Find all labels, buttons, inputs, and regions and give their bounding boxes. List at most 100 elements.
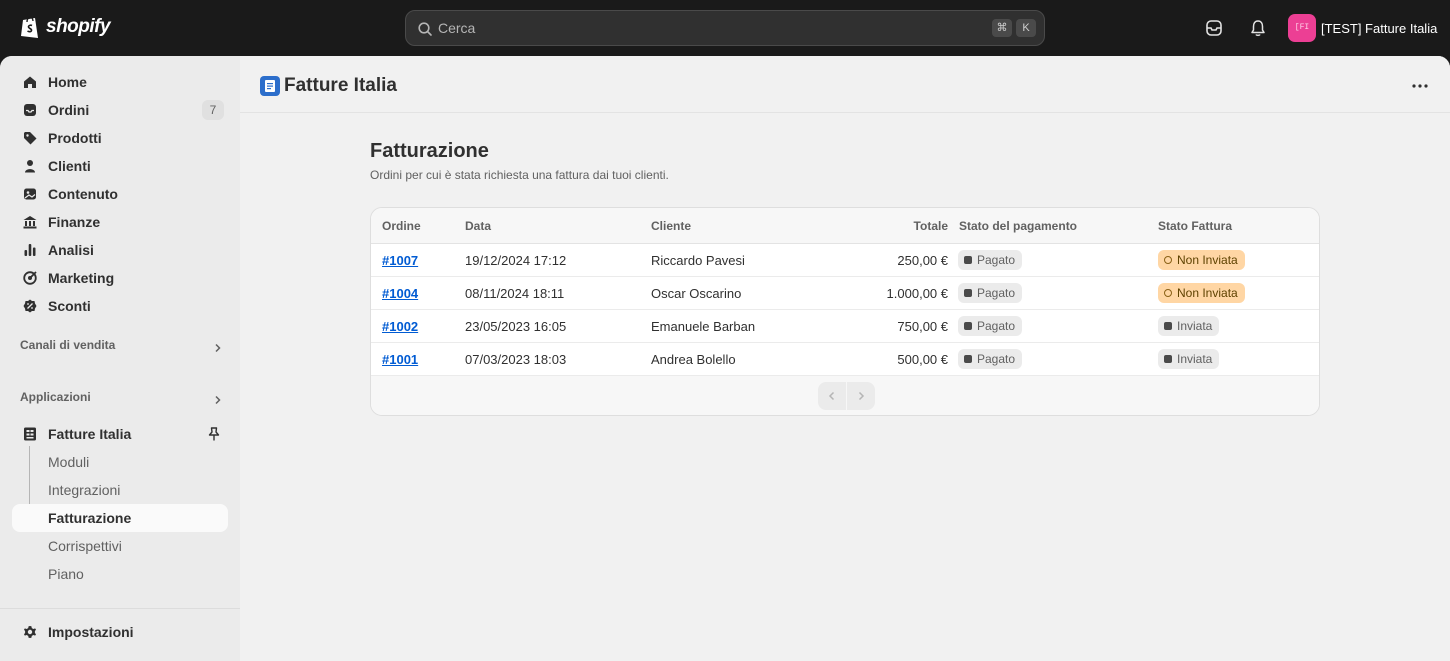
sidebar-item-finances[interactable]: Finanze <box>12 208 228 236</box>
customer-name: Riccardo Pavesi <box>651 253 745 268</box>
shopify-logo[interactable]: shopify <box>20 14 111 39</box>
sidebar-item-orders[interactable]: Ordini 7 <box>12 96 228 124</box>
next-page-button[interactable] <box>847 382 875 410</box>
customer-name: Oscar Oscarino <box>651 286 742 301</box>
orders-count-badge: 7 <box>202 100 224 120</box>
status-dot-icon <box>964 289 972 297</box>
pin-icon[interactable] <box>206 426 222 442</box>
sidebar-subitem-label: Moduli <box>48 454 90 470</box>
table-row[interactable]: #1002 23/05/2023 16:05 Emanuele Barban 7… <box>371 310 1319 343</box>
store-name: [TEST] Fatture Italia <box>1321 20 1438 36</box>
order-total: 750,00 € <box>897 319 948 334</box>
sidebar-item-home[interactable]: Home <box>12 68 228 96</box>
payment-status-badge: Pagato <box>958 316 1023 336</box>
inbox-tray-icon[interactable] <box>1204 18 1224 38</box>
order-link[interactable]: #1001 <box>382 352 418 367</box>
previous-page-button[interactable] <box>818 382 846 410</box>
column-header-total[interactable]: Totale <box>914 219 948 233</box>
bar-chart-icon <box>24 244 36 256</box>
invoice-status-label: Inviata <box>1177 319 1213 333</box>
invoice-app-icon <box>24 427 36 441</box>
order-link[interactable]: #1002 <box>382 319 418 334</box>
sidebar-item-moduli[interactable]: Moduli <box>12 448 228 476</box>
table-row[interactable]: #1001 07/03/2023 18:03 Andrea Bolello 50… <box>371 343 1319 376</box>
sidebar-item-content[interactable]: Contenuto <box>12 180 228 208</box>
order-link[interactable]: #1007 <box>382 253 418 268</box>
column-header-date[interactable]: Data <box>465 219 491 233</box>
payment-status-badge: Pagato <box>958 283 1023 303</box>
table-header: Ordine Data Cliente Totale Stato del pag… <box>371 208 1319 244</box>
sidebar-item-marketing[interactable]: Marketing <box>12 264 228 292</box>
app-header: Fatture Italia <box>240 56 1450 113</box>
fatture-italia-app-icon <box>260 76 280 96</box>
shortcut-key-k: K <box>1016 19 1036 37</box>
more-actions-button[interactable] <box>1406 74 1434 98</box>
sidebar-item-discounts[interactable]: Sconti <box>12 292 228 320</box>
order-date: 23/05/2023 16:05 <box>465 319 567 334</box>
search-input[interactable] <box>438 11 978 45</box>
sales-channels-label: Canali di vendita <box>20 338 116 352</box>
sidebar-item-piano[interactable]: Piano <box>12 560 228 588</box>
sidebar-item-label: Clienti <box>48 158 91 174</box>
sidebar-subitem-label: Piano <box>48 566 84 582</box>
status-dot-icon <box>1164 355 1172 363</box>
tag-icon <box>24 132 37 145</box>
status-dot-icon <box>964 322 972 330</box>
invoice-status-badge: Inviata <box>1158 349 1220 369</box>
search-bar[interactable]: ⌘ K <box>405 10 1045 46</box>
apps-label: Applicazioni <box>20 390 91 404</box>
invoice-status-badge: Non Inviata <box>1158 250 1245 270</box>
bank-icon <box>23 216 37 229</box>
chevron-left-icon <box>828 391 835 401</box>
person-icon <box>25 160 35 173</box>
payment-status-badge: Pagato <box>958 250 1023 270</box>
payment-status-label: Pagato <box>977 253 1016 267</box>
sidebar-item-fatturazione[interactable]: Fatturazione <box>12 504 228 532</box>
column-header-order[interactable]: Ordine <box>382 219 421 233</box>
sidebar-item-label: Prodotti <box>48 130 102 146</box>
shortcut-key-cmd: ⌘ <box>992 19 1012 37</box>
sidebar-item-settings[interactable]: Impostazioni <box>12 618 228 646</box>
table-row[interactable]: #1004 08/11/2024 18:11 Oscar Oscarino 1.… <box>371 277 1319 310</box>
shopify-bag-icon <box>21 16 38 38</box>
sidebar-item-corrispettivi[interactable]: Corrispettivi <box>12 532 228 560</box>
page-subtitle: Ordini per cui è stata richiesta una fat… <box>370 168 669 182</box>
chevron-right-icon <box>858 391 865 401</box>
sidebar-subitem-label: Corrispettivi <box>48 538 122 554</box>
store-avatar: [FI <box>1288 14 1316 42</box>
sales-channels-section[interactable]: Canali di vendita <box>20 338 228 358</box>
sidebar-item-customers[interactable]: Clienti <box>12 152 228 180</box>
shopify-wordmark: shopify <box>46 15 111 37</box>
customer-name: Andrea Bolello <box>651 352 736 367</box>
gear-icon <box>24 626 36 638</box>
column-header-invoice-status[interactable]: Stato Fattura <box>1158 219 1232 233</box>
top-bar: shopify ⌘ K [FI [TEST] Fatture Italia <box>0 0 1450 56</box>
apps-section[interactable]: Applicazioni <box>20 390 228 410</box>
admin-frame: Home Ordini 7 Prodotti Clienti Contenuto… <box>0 56 1450 661</box>
status-dot-icon <box>1164 322 1172 330</box>
sidebar-subitem-label: Fatturazione <box>48 510 132 526</box>
sidebar-item-products[interactable]: Prodotti <box>12 124 228 152</box>
sidebar-item-fatture-italia[interactable]: Fatture Italia <box>12 420 228 448</box>
bell-icon[interactable] <box>1248 18 1268 38</box>
sidebar-item-analytics[interactable]: Analisi <box>12 236 228 264</box>
inbox-icon <box>24 104 36 116</box>
invoice-status-label: Inviata <box>1177 352 1213 366</box>
store-menu[interactable]: [FI [TEST] Fatture Italia <box>1288 14 1437 42</box>
search-icon <box>418 22 432 36</box>
sidebar-item-label: Analisi <box>48 242 94 258</box>
sidebar: Home Ordini 7 Prodotti Clienti Contenuto… <box>0 56 240 661</box>
column-header-payment-status[interactable]: Stato del pagamento <box>959 219 1077 233</box>
payment-status-label: Pagato <box>977 352 1016 366</box>
sidebar-item-integrazioni[interactable]: Integrazioni <box>12 476 228 504</box>
status-ring-icon <box>1164 256 1172 264</box>
table-row[interactable]: #1007 19/12/2024 17:12 Riccardo Pavesi 2… <box>371 244 1319 277</box>
order-total: 500,00 € <box>897 352 948 367</box>
sidebar-item-label: Marketing <box>48 270 115 286</box>
invoice-status-badge: Non Inviata <box>1158 283 1245 303</box>
order-date: 08/11/2024 18:11 <box>465 286 565 301</box>
home-icon <box>24 76 36 88</box>
sidebar-item-label: Contenuto <box>48 186 118 202</box>
order-link[interactable]: #1004 <box>382 286 418 301</box>
column-header-customer[interactable]: Cliente <box>651 219 691 233</box>
